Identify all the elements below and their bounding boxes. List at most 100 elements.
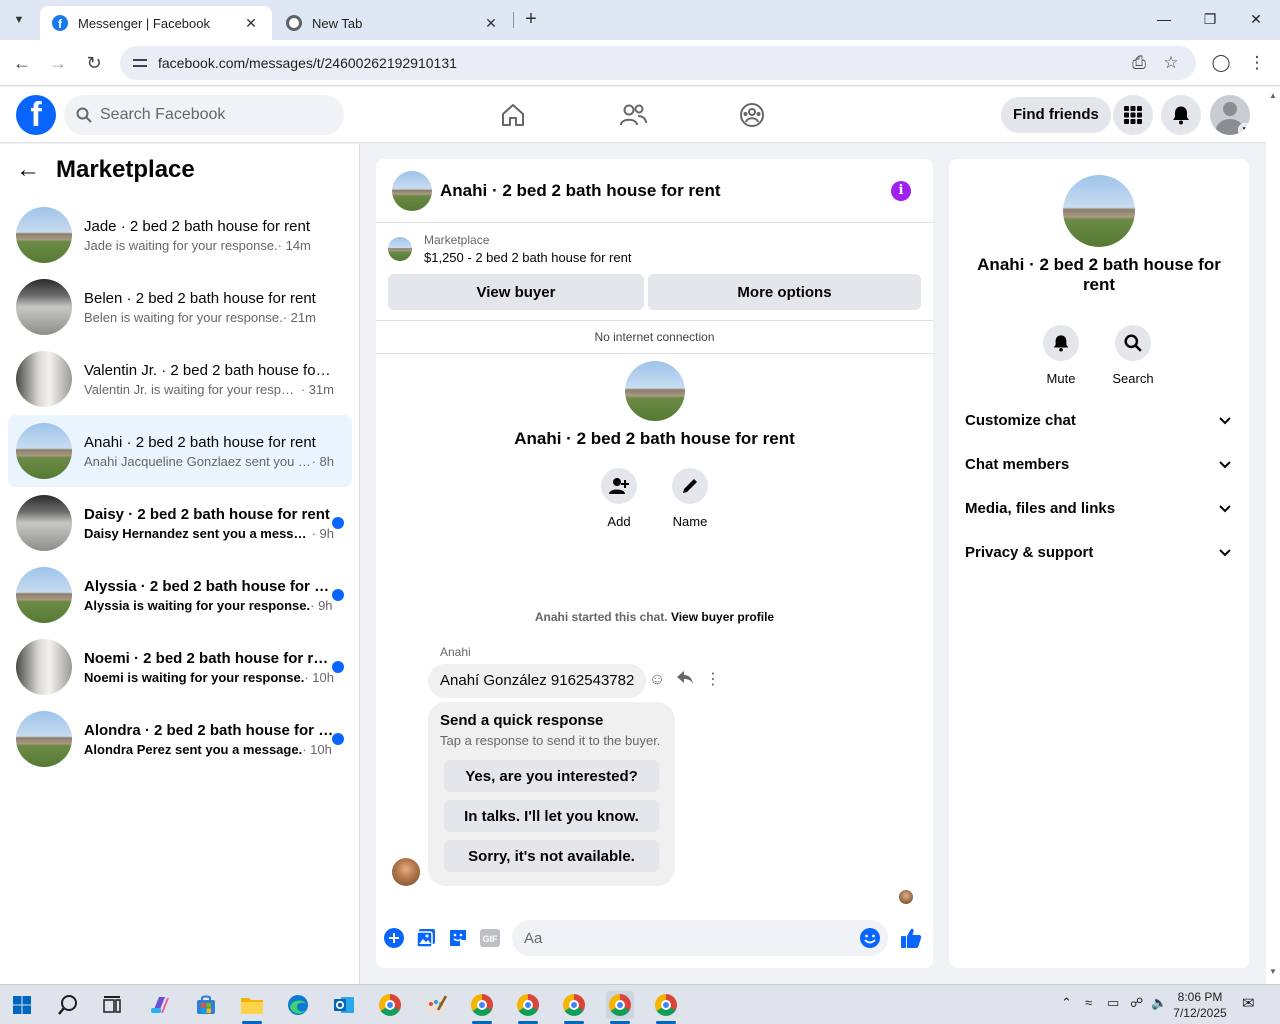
minimize-icon[interactable]: — (1153, 8, 1175, 30)
conversation-item[interactable]: Daisy · 2 bed 2 bath house for rent Daisy… (8, 487, 352, 559)
chrome-profile-c-icon[interactable] (560, 991, 588, 1024)
scroll-up-arrow-icon[interactable]: ▲ (1269, 91, 1277, 100)
mute-action[interactable]: Mute (1031, 325, 1091, 386)
browser-menu-icon[interactable]: ⋮ (1246, 52, 1268, 74)
customize-chat-section[interactable]: Customize chat (965, 405, 1233, 435)
forward-arrow-icon[interactable]: → (46, 51, 70, 75)
task-view-icon[interactable] (98, 991, 126, 1019)
search-action[interactable]: Search (1103, 325, 1163, 386)
volume-icon[interactable]: 🔈 (1151, 995, 1167, 1011)
quick-reply-in-talks-button[interactable]: In talks. I'll let you know. (444, 800, 659, 832)
chrome-profile-active-icon[interactable] (606, 991, 634, 1024)
network-icon[interactable]: ☍ (1130, 995, 1143, 1011)
gif-icon[interactable]: GIF (480, 928, 500, 948)
new-tab-plus-icon[interactable]: + (520, 8, 542, 30)
conversation-item[interactable]: Alyssia · 2 bed 2 bath house for rent Aly… (8, 559, 352, 631)
site-settings-icon[interactable] (132, 55, 148, 71)
sender-avatar[interactable] (392, 858, 420, 886)
profile-avatar[interactable] (625, 361, 685, 421)
outlook-icon[interactable] (330, 991, 358, 1019)
taskbar-search-icon[interactable] (54, 991, 82, 1019)
close-tab-icon[interactable]: ✕ (242, 15, 260, 32)
conversation-item[interactable]: Noemi · 2 bed 2 bath house for rent Noemi… (8, 631, 352, 703)
more-vertical-icon[interactable]: ⋮ (704, 670, 722, 690)
emoji-icon[interactable] (860, 928, 880, 948)
message-input[interactable] (512, 920, 888, 956)
conversation-item[interactable]: Belen · 2 bed 2 bath house for rent Belen… (8, 271, 352, 343)
conversation-item[interactable]: Valentin Jr. · 2 bed 2 bath house for re… (8, 343, 352, 415)
system-clock[interactable]: 8:06 PM 7/12/2025 (1170, 989, 1230, 1021)
privacy-support-section[interactable]: Privacy & support (965, 537, 1233, 567)
chrome-icon[interactable] (376, 991, 404, 1019)
quick-reply-yes-button[interactable]: Yes, are you interested? (444, 760, 659, 792)
add-person-icon[interactable] (601, 468, 637, 504)
tab-new-tab[interactable]: New Tab ✕ (274, 6, 512, 40)
menu-grid-icon[interactable] (1113, 95, 1153, 135)
omnibox[interactable]: facebook.com/messages/t/2460026219291013… (120, 46, 1196, 80)
facebook-logo-icon[interactable]: f (16, 95, 56, 135)
page-scrollbar[interactable]: ▲ ▼ (1266, 87, 1280, 984)
file-explorer-icon[interactable] (238, 991, 266, 1024)
home-nav-icon[interactable] (497, 99, 529, 131)
copilot-icon[interactable] (146, 991, 174, 1019)
back-arrow-icon[interactable]: ← (10, 51, 34, 75)
conversation-item[interactable]: Jade · 2 bed 2 bath house for rent Jade i… (8, 199, 352, 271)
name-action[interactable]: Name (660, 468, 720, 529)
install-app-icon[interactable]: ⎙ (1128, 52, 1150, 74)
tab-messenger[interactable]: f Messenger | Facebook ✕ (40, 6, 272, 40)
photo-icon[interactable] (416, 928, 436, 948)
account-chevron-down-icon[interactable]: ▼ (1238, 123, 1250, 135)
bookmark-star-icon[interactable]: ☆ (1160, 52, 1182, 74)
wifi-icon[interactable]: ≈ (1085, 995, 1092, 1010)
friends-nav-icon[interactable] (617, 99, 649, 131)
find-friends-button[interactable]: Find friends (1001, 97, 1111, 133)
info-icon[interactable]: i (891, 181, 911, 201)
add-people-action[interactable]: Add (589, 468, 649, 529)
reply-arrow-icon[interactable] (676, 670, 694, 690)
more-options-button[interactable]: More options (648, 274, 921, 310)
scroll-down-arrow-icon[interactable]: ▼ (1269, 967, 1277, 976)
window-close-icon[interactable]: ✕ (1245, 8, 1267, 30)
battery-icon[interactable]: ▭ (1107, 995, 1119, 1011)
microsoft-store-icon[interactable] (192, 991, 220, 1019)
pencil-icon[interactable] (672, 468, 708, 504)
listing-price-title[interactable]: $1,250 - 2 bed 2 bath house for rent (424, 250, 631, 265)
search-icon[interactable] (1115, 325, 1151, 361)
chrome-profile-z-icon[interactable] (468, 991, 496, 1024)
plus-circle-icon[interactable] (384, 928, 404, 948)
reload-icon[interactable]: ↻ (82, 51, 106, 75)
chrome-profile-g-icon[interactable] (514, 991, 542, 1024)
windows-start-icon[interactable] (8, 991, 36, 1019)
message-bubble[interactable]: Anahí González 9162543782 (428, 664, 647, 698)
notification-center-icon[interactable]: ✉ (1242, 994, 1255, 1012)
info-avatar[interactable] (1063, 175, 1135, 247)
conversation-item[interactable]: Alondra · 2 bed 2 bath house for rent Alo… (8, 703, 352, 775)
media-files-links-section[interactable]: Media, files and links (965, 493, 1233, 523)
listing-thumbnail[interactable] (388, 237, 412, 261)
notifications-bell-icon[interactable] (1161, 95, 1201, 135)
paint-icon[interactable] (422, 991, 450, 1019)
quick-reply-not-available-button[interactable]: Sorry, it's not available. (444, 840, 659, 872)
close-tab-icon[interactable]: ✕ (482, 15, 500, 32)
groups-nav-icon[interactable] (736, 99, 768, 131)
chat-members-section[interactable]: Chat members (965, 449, 1233, 479)
account-avatar[interactable]: ▼ (1210, 95, 1250, 135)
chrome-profile-extra-icon[interactable] (652, 991, 680, 1024)
tray-chevron-up-icon[interactable]: ⌃ (1061, 995, 1072, 1011)
back-arrow-icon[interactable]: ← (16, 156, 48, 184)
chat-avatar[interactable] (392, 170, 432, 211)
view-buyer-profile-link[interactable]: View buyer profile (671, 610, 774, 624)
edge-icon[interactable] (284, 991, 312, 1019)
search-box[interactable] (64, 95, 344, 135)
bell-icon[interactable] (1043, 325, 1079, 361)
conversation-item[interactable]: Anahi · 2 bed 2 bath house for rent Anahi… (8, 415, 352, 487)
thumbs-up-icon[interactable] (899, 926, 923, 950)
view-buyer-button[interactable]: View buyer (388, 274, 644, 310)
chat-title[interactable]: Anahi · 2 bed 2 bath house for rent (440, 181, 721, 201)
react-smiley-icon[interactable]: ☺ (648, 670, 666, 690)
restore-icon[interactable]: ❐ (1199, 8, 1221, 30)
tab-search-chevron-icon[interactable]: ▼ (6, 8, 32, 32)
url-text[interactable]: facebook.com/messages/t/2460026219291013… (158, 55, 457, 71)
profile-icon[interactable]: ◯ (1210, 52, 1232, 74)
search-input[interactable] (100, 106, 320, 124)
